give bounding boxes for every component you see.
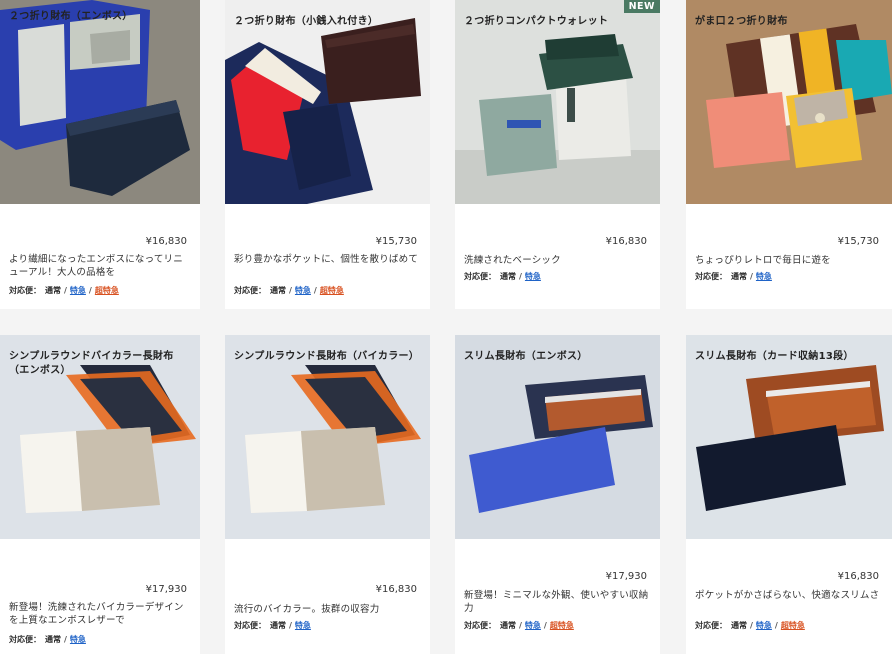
shipping-label: 対応便： (234, 621, 266, 630)
shipping-separator: / (64, 635, 67, 644)
product-price: ¥16,830 (837, 571, 879, 582)
shipping-options: 対応便： 通常 / 特急 (464, 272, 541, 282)
shipping-options: 対応便： 通常 / 特急 / 超特急 (9, 286, 119, 296)
product-description: 彩り豊かなポケットに、個性を散りばめて (234, 254, 419, 265)
product-name[interactable]: スリム長財布（エンボス） (464, 350, 651, 364)
shipping-separator: / (313, 286, 317, 295)
product-name[interactable]: ２つ折り財布（エンボス） (9, 10, 191, 24)
product-card[interactable]: ２つ折り財布（小銭入れ付き） ¥15,730 彩り豊かなポケットに、個性を散りばめて… (225, 0, 430, 309)
shipping-label: 対応便： (464, 272, 496, 281)
product-image[interactable] (0, 0, 200, 204)
shipping-options: 対応便： 通常 / 特急 (695, 272, 772, 282)
product-name[interactable]: シンプルラウンド長財布（バイカラー） (234, 350, 421, 364)
product-name[interactable]: シンプルラウンドバイカラー長財布（エンボス） (9, 350, 191, 378)
shipping-express-link[interactable]: 特急 (295, 286, 311, 295)
product-description: 流行のバイカラー。抜群の収容力 (234, 604, 380, 615)
product-image[interactable] (686, 0, 892, 204)
product-name[interactable]: がま口２つ折り財布 (695, 15, 883, 29)
product-description: 洗練されたベーシック (464, 255, 561, 266)
product-card[interactable]: NEW ２つ折りコンパクトウォレット ¥16,830 洗練されたベーシック 対応便： 通常… (455, 0, 660, 309)
shipping-separator: / (774, 621, 778, 630)
product-image[interactable] (455, 0, 660, 204)
shipping-separator: / (519, 272, 522, 281)
shipping-express-link[interactable]: 特急 (70, 635, 86, 644)
shipping-normal-link: 通常 (731, 272, 747, 281)
product-card[interactable]: シンプルラウンドバイカラー長財布（エンボス） ¥17,930 新登場！洗練されたバイ… (0, 335, 200, 654)
shipping-super-link[interactable]: 超特急 (550, 621, 574, 630)
product-price: ¥15,730 (375, 236, 417, 247)
shipping-label: 対応便： (9, 635, 41, 644)
shipping-express-link[interactable]: 特急 (525, 621, 541, 630)
shipping-express-link[interactable]: 特急 (525, 272, 541, 281)
product-price: ¥16,830 (605, 236, 647, 247)
product-image[interactable] (225, 0, 430, 204)
shipping-express-link[interactable]: 特急 (756, 621, 772, 630)
shipping-normal-link: 通常 (270, 286, 286, 295)
product-name[interactable]: ２つ折り財布（小銭入れ付き） (234, 15, 421, 29)
shipping-normal-link: 通常 (270, 621, 286, 630)
product-card[interactable]: シンプルラウンド長財布（バイカラー） ¥16,830 流行のバイカラー。抜群の収容力… (225, 335, 430, 654)
product-description: ポケットがかさばらない、快適なスリムさ (695, 590, 880, 601)
product-name[interactable]: スリム長財布（カード収納13段） (695, 350, 883, 364)
shipping-label: 対応便： (234, 286, 266, 295)
shipping-label: 対応便： (9, 286, 41, 295)
shipping-separator: / (543, 621, 547, 630)
shipping-normal-link: 通常 (45, 286, 61, 295)
shipping-options: 対応便： 通常 / 特急 / 超特急 (234, 286, 344, 296)
shipping-separator: / (289, 621, 292, 630)
shipping-separator: / (289, 286, 292, 295)
product-card[interactable]: ２つ折り財布（エンボス） ¥16,830 より繊細になったエンボスになってリニューア… (0, 0, 200, 309)
product-description: より繊細になったエンボスになってリニューアル！大人の品格を (9, 254, 183, 278)
shipping-separator: / (750, 621, 753, 630)
shipping-label: 対応便： (464, 621, 496, 630)
shipping-separator: / (64, 286, 67, 295)
shipping-label: 対応便： (695, 272, 727, 281)
product-price: ¥17,930 (145, 584, 187, 595)
shipping-options: 対応便： 通常 / 特急 / 超特急 (695, 621, 805, 631)
product-price: ¥15,730 (837, 236, 879, 247)
shipping-express-link[interactable]: 特急 (756, 272, 772, 281)
product-image[interactable] (455, 335, 660, 539)
shipping-normal-link: 通常 (731, 621, 747, 630)
product-card[interactable]: スリム長財布（エンボス） ¥17,930 新登場！ミニマルな外観、使いやすい収納力対… (455, 335, 660, 654)
product-price: ¥16,830 (145, 236, 187, 247)
shipping-options: 対応便： 通常 / 特急 / 超特急 (464, 621, 574, 631)
shipping-separator: / (750, 272, 753, 281)
shipping-super-link[interactable]: 超特急 (781, 621, 805, 630)
shipping-options: 対応便： 通常 / 特急 (9, 635, 86, 645)
shipping-normal-link: 通常 (500, 621, 516, 630)
shipping-normal-link: 通常 (500, 272, 516, 281)
product-image[interactable] (225, 335, 430, 539)
product-card[interactable]: がま口２つ折り財布 ¥15,730 ちょっぴりレトロで毎日に遊を 対応便： 通常 / 特急 (686, 0, 892, 309)
product-grid: ２つ折り財布（エンボス） ¥16,830 より繊細になったエンボスになってリニューア… (0, 0, 892, 654)
shipping-options: 対応便： 通常 / 特急 (234, 621, 311, 631)
new-badge: NEW (623, 0, 660, 13)
shipping-super-link[interactable]: 超特急 (95, 286, 119, 295)
product-price: ¥17,930 (605, 571, 647, 582)
product-price: ¥16,830 (375, 584, 417, 595)
shipping-express-link[interactable]: 特急 (70, 286, 86, 295)
shipping-separator: / (88, 286, 92, 295)
shipping-label: 対応便： (695, 621, 727, 630)
product-image[interactable] (686, 335, 892, 539)
product-description: ちょっぴりレトロで毎日に遊を (695, 255, 831, 266)
product-name[interactable]: ２つ折りコンパクトウォレット (464, 15, 651, 29)
product-description: 新登場！ミニマルな外観、使いやすい収納力 (464, 590, 649, 614)
shipping-normal-link: 通常 (45, 635, 61, 644)
shipping-super-link[interactable]: 超特急 (320, 286, 344, 295)
product-description: 新登場！洗練されたバイカラーデザインを上質なエンボスレザーで (9, 602, 184, 626)
shipping-express-link[interactable]: 特急 (295, 621, 311, 630)
shipping-separator: / (519, 621, 522, 630)
product-card[interactable]: スリム長財布（カード収納13段） ¥16,830 ポケットがかさばらない、快適なスリ… (686, 335, 892, 654)
